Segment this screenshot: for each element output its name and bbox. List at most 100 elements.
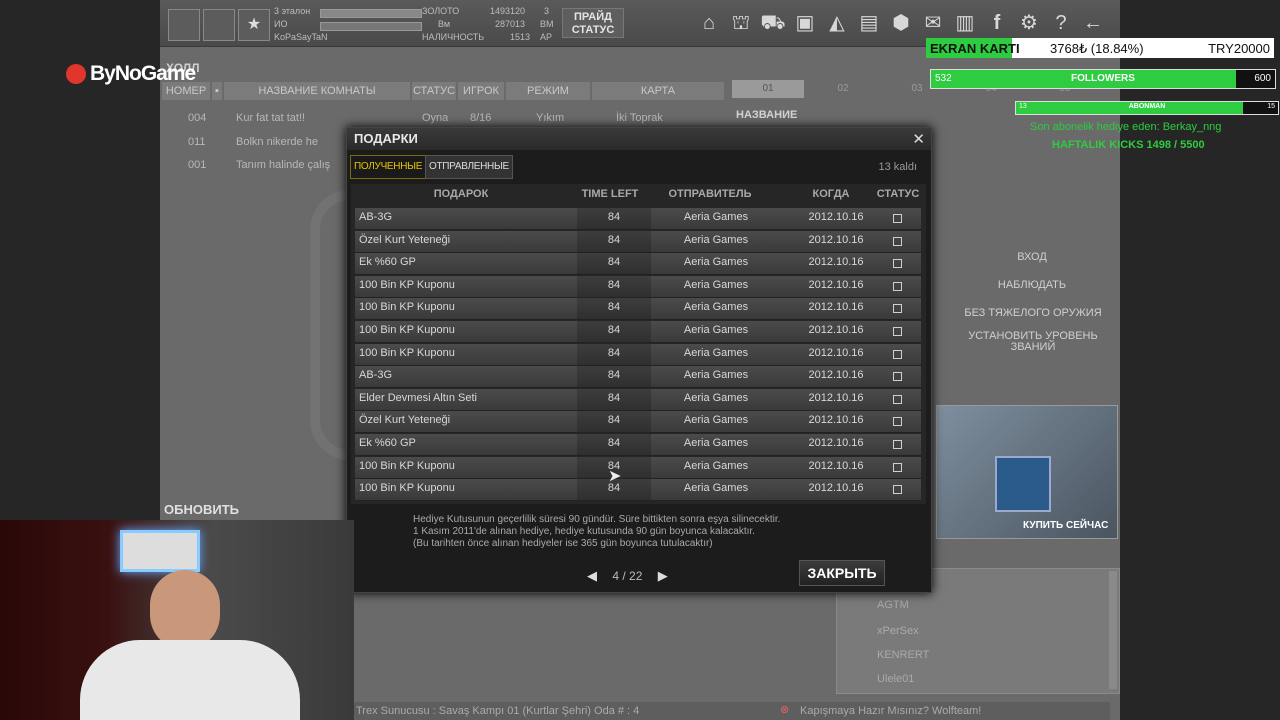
col-gift[interactable]: ПОДАРОК	[391, 188, 531, 200]
abonman-goal-value: 15	[1267, 103, 1275, 110]
sender: Aeria Games	[683, 346, 749, 359]
set-rank-level-option[interactable]: УСТАНОВИТЬ УРОВЕНЬ ЗВАНИЙ	[963, 331, 1103, 353]
status-checkbox[interactable]	[893, 440, 902, 449]
table-row[interactable]: Özel Kurt Yeteneği 84 Aeria Games 2012.10.1…	[355, 411, 921, 434]
received-date: 2012.10.16	[808, 459, 864, 472]
page-indicator: 4 / 22	[612, 569, 643, 583]
spectate-button[interactable]: НАБЛЮДАТЬ	[937, 279, 1120, 291]
table-row[interactable]: 100 Bin KP Kuponu 84 Aeria Games 2012.10.16	[355, 321, 921, 343]
table-row[interactable]: Ek %60 GP 84 Aeria Games 2012.10.16	[355, 434, 921, 456]
list-item[interactable]: KENRERT	[845, 649, 1105, 667]
abonman-goal: 13 ABONMAN 15	[1015, 101, 1279, 115]
facebook-icon[interactable]: f	[984, 10, 1010, 36]
gear-icon[interactable]: ⚙	[1016, 10, 1042, 36]
status-checkbox[interactable]	[893, 349, 902, 359]
inventory-icon[interactable]: ▣	[792, 10, 818, 36]
lobby-col-room-name[interactable]: НАЗВАНИЕ КОМНАТЫ	[224, 82, 410, 100]
status-checkbox[interactable]	[893, 236, 902, 246]
status-checkbox[interactable]	[893, 259, 902, 269]
col-time-left[interactable]: TIME LEFT	[573, 188, 647, 200]
received-date: 2012.10.16	[808, 414, 864, 427]
star-icon[interactable]: ★	[238, 9, 270, 41]
followers-goal: 532 FOLLOWERS 600	[930, 69, 1276, 89]
status-checkbox[interactable]	[893, 327, 902, 336]
received-date: 2012.10.16	[808, 482, 864, 495]
shop-basket-icon[interactable]: ⌂	[696, 10, 722, 36]
lobby-col-players[interactable]: ИГРОК	[458, 82, 504, 100]
prev-page-icon[interactable]: ◀	[587, 568, 597, 583]
box-icon[interactable]: ⬢	[888, 10, 914, 36]
table-row[interactable]: 100 Bin KP Kuponu 84 Aeria Games 2012.10.16	[355, 275, 921, 298]
promo-banner[interactable]: КУПИТЬ СЕЙЧАС	[936, 405, 1118, 539]
received-date: 2012.10.16	[808, 391, 864, 404]
io-label: ИО	[274, 19, 288, 29]
status-checkbox[interactable]	[893, 485, 902, 495]
close-button[interactable]: ЗАКРЫТЬ	[799, 560, 885, 586]
pride-status-button[interactable]: ПРАЙД СТАТУС	[562, 8, 624, 38]
buy-now-link[interactable]: КУПИТЬ СЕЙЧАС	[1023, 520, 1108, 531]
list-item[interactable]: Ulele01	[845, 673, 1105, 691]
gift-name: 100 Bin KP Kuponu	[359, 459, 455, 472]
io-bar	[320, 22, 422, 31]
sender: Aeria Games	[683, 211, 749, 223]
list-item[interactable]: AGTM	[845, 599, 1105, 617]
help-icon[interactable]: ?	[1048, 10, 1074, 36]
tab-sent[interactable]: ОТПРАВЛЕННЫЕ	[425, 155, 513, 179]
close-icon[interactable]: ✕	[912, 130, 925, 148]
time-left: 84	[607, 211, 621, 223]
received-date: 2012.10.16	[808, 278, 864, 291]
lobby-col-map[interactable]: КАРТА	[592, 82, 724, 100]
status-checkbox[interactable]	[893, 417, 902, 427]
bank-icon[interactable]: ⛫	[728, 10, 754, 36]
col-when[interactable]: КОГДА	[791, 188, 871, 200]
lobby-header: НОМЕР ▪ НАЗВАНИЕ КОМНАТЫ СТАТУС ИГРОК РЕ…	[160, 82, 725, 100]
wolfteam-shield-icon	[995, 456, 1051, 512]
room-tab-2[interactable]: 02	[808, 80, 878, 98]
wolf-icon[interactable]: ◭	[824, 10, 850, 36]
received-date: 2012.10.16	[808, 346, 864, 359]
enter-button[interactable]: ВХОД	[937, 251, 1120, 263]
next-page-icon[interactable]: ▶	[658, 568, 668, 583]
table-row[interactable]: AB-3G 84 Aeria Games 2012.10.16	[355, 366, 921, 389]
bm-label-right: ВМ	[540, 19, 554, 29]
gift-name: 100 Bin KP Kuponu	[359, 278, 455, 291]
table-row[interactable]: Özel Kurt Yeteneği 84 Aeria Games 2012.10.1…	[355, 230, 921, 253]
status-checkbox[interactable]	[893, 281, 902, 291]
sender: Aeria Games	[683, 482, 749, 495]
room-tab-1[interactable]: 01	[732, 80, 804, 98]
mail-icon[interactable]: ✉	[920, 10, 946, 36]
table-row[interactable]: 100 Bin KP Kuponu 84 Aeria Games 2012.10.16	[355, 343, 921, 366]
no-heavy-weapons-option[interactable]: БЕЗ ТЯЖЕЛОГО ОРУЖИЯ	[963, 308, 1103, 319]
status-checkbox[interactable]	[893, 462, 902, 472]
sender: Aeria Games	[683, 369, 749, 382]
tab-received[interactable]: ПОЛУЧЕННЫЕ	[350, 155, 427, 179]
back-arrow-icon[interactable]: ←	[1080, 10, 1106, 36]
lobby-col-status[interactable]: СТАТУС	[412, 82, 456, 100]
refresh-button[interactable]: ОБНОВИТЬ	[164, 500, 250, 520]
friends-scrollbar[interactable]	[1109, 571, 1117, 689]
status-checkbox[interactable]	[893, 394, 902, 404]
table-row[interactable]: 100 Bin KP Kuponu 84 Aeria Games 2012.10.16	[355, 298, 921, 321]
folder-user-icon[interactable]: ▥	[952, 10, 978, 36]
clan-slot-icon[interactable]	[203, 9, 235, 41]
table-row[interactable]: 100 Bin KP Kuponu 84 Aeria Games 2012.10.16	[355, 456, 921, 479]
table-row[interactable]: Ek %60 GP 84 Aeria Games 2012.10.16	[355, 253, 921, 276]
table-row[interactable]: Elder Devmesi Altın Seti 84 Aeria Games 201…	[355, 388, 921, 411]
last-sub-gift-text: Son abonelik hediye eden: Berkay_nng	[1030, 121, 1222, 133]
table-row[interactable]: 100 Bin KP Kuponu 84 Aeria Games 2012.10.16	[355, 479, 921, 502]
lobby-col-mode[interactable]: РЕЖИМ	[506, 82, 590, 100]
cart-icon[interactable]: ⛟	[760, 10, 786, 36]
table-row[interactable]: AB-3G 84 Aeria Games 2012.10.16	[355, 208, 921, 230]
col-sender[interactable]: ОТПРАВИТЕЛЬ	[651, 188, 769, 200]
time-left: 84	[607, 324, 621, 336]
rank-slot-icon[interactable]	[168, 9, 200, 41]
list-item[interactable]: xPerSex	[845, 625, 1105, 643]
status-checkbox[interactable]	[893, 372, 902, 382]
status-checkbox[interactable]	[893, 214, 902, 223]
status-checkbox[interactable]	[893, 304, 902, 314]
col-status[interactable]: СТАТУС	[873, 188, 923, 200]
book-icon[interactable]: ▤	[856, 10, 882, 36]
bm-label: Вм	[438, 19, 451, 29]
alert-icon: ⊗	[780, 704, 790, 716]
room-number: 001	[188, 159, 207, 171]
